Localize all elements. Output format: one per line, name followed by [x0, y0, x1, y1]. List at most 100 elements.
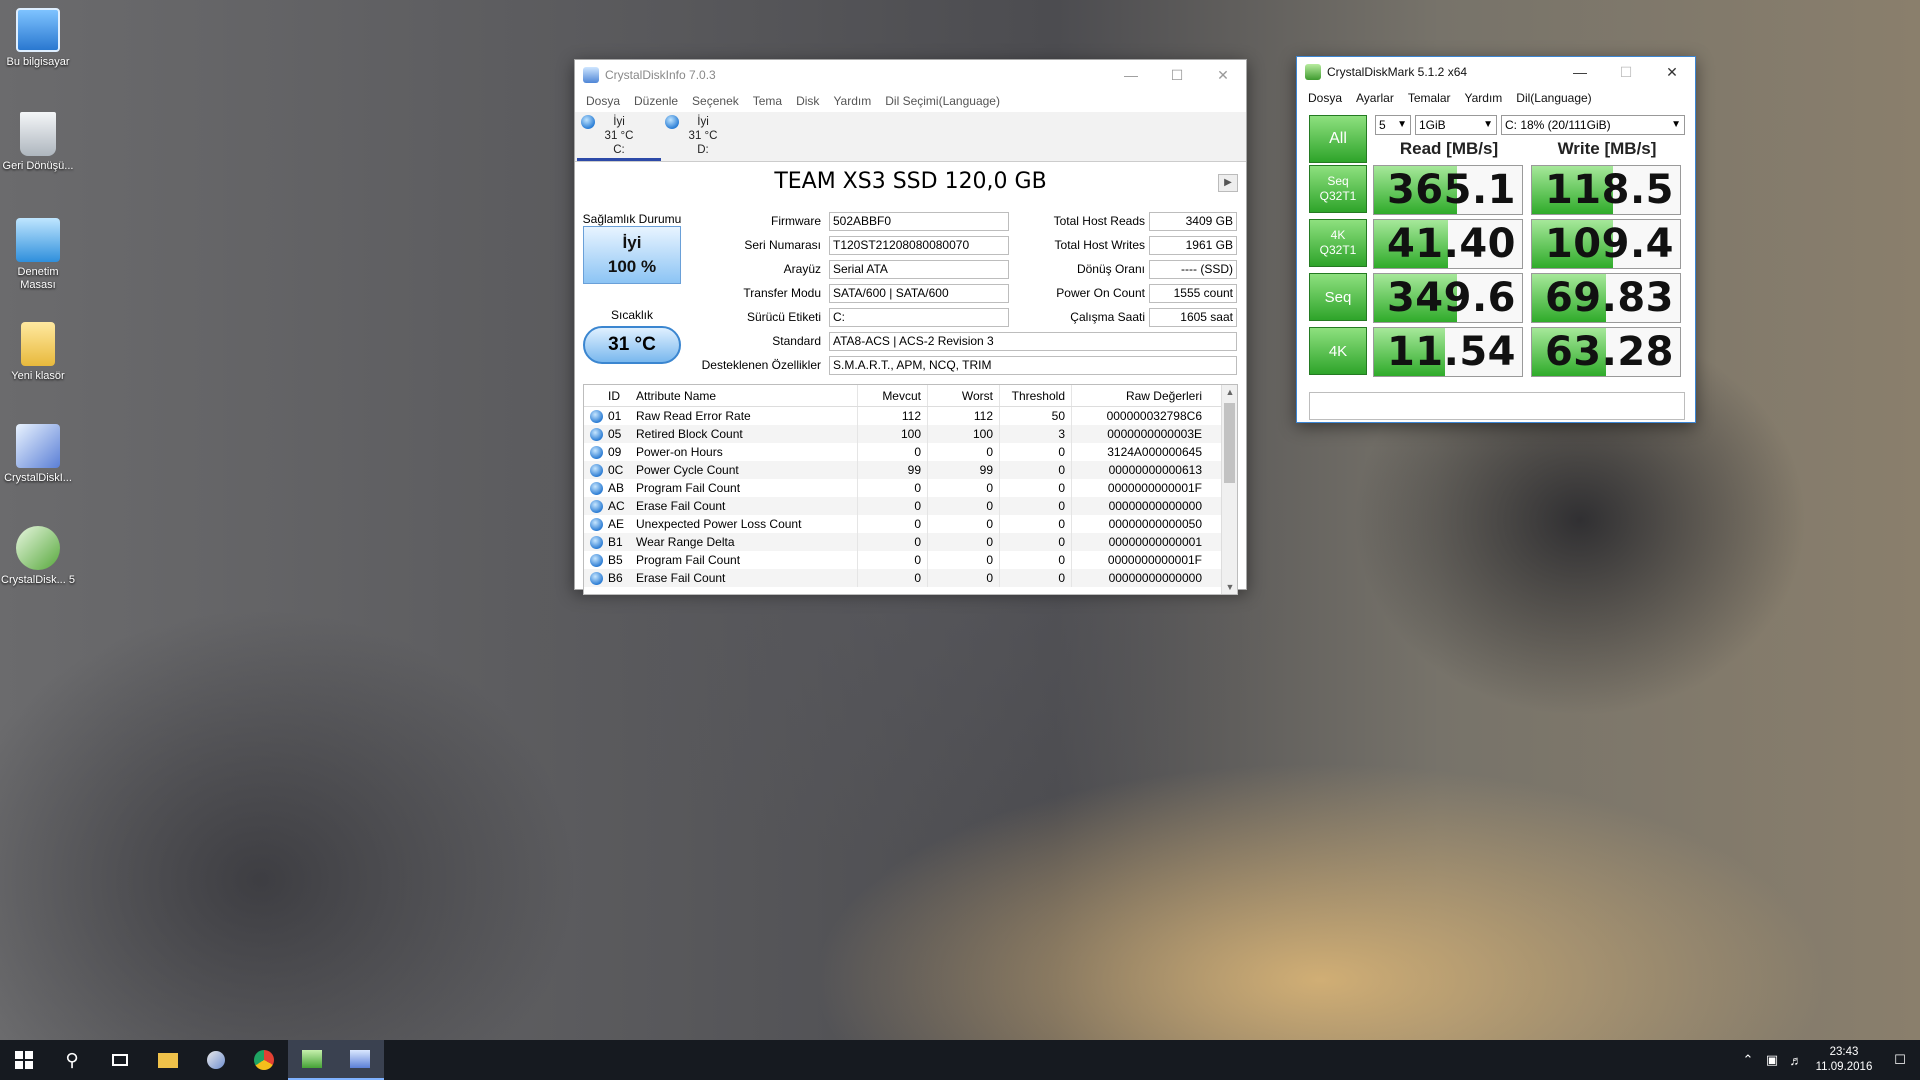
crystaldiskmark-icon [302, 1050, 322, 1068]
desktop-icon-new-folder[interactable]: Yeni klasör [0, 322, 76, 383]
rotation-field: ---- (SSD) [1149, 260, 1237, 279]
scroll-down-icon[interactable]: ▼ [1222, 582, 1237, 592]
health-status-box[interactable]: İyi 100 % [583, 226, 681, 284]
table-row[interactable]: B6 Erase Fail Count 0 0 0 00000000000000 [584, 569, 1237, 587]
col-raw-values[interactable]: Raw Değerleri [1072, 385, 1208, 406]
taskbar-crystaldiskmark[interactable] [288, 1040, 336, 1080]
cell-current: 0 [858, 515, 928, 533]
health-percent: 100 % [607, 257, 657, 276]
write-result-value: 69.83 [1544, 275, 1674, 321]
menu-temalar[interactable]: Temalar [1401, 91, 1458, 105]
col-current[interactable]: Mevcut [858, 385, 928, 406]
menu-secenek[interactable]: Seçenek [685, 94, 746, 108]
col-id[interactable]: ID [608, 389, 636, 403]
drive-tab-d[interactable]: İyi 31 °C D: [661, 112, 745, 161]
cell-attribute-name: Power Cycle Count [636, 461, 858, 479]
minimize-button[interactable]: — [1557, 57, 1603, 87]
write-header: Write [MB/s] [1557, 139, 1657, 158]
start-button[interactable] [0, 1040, 48, 1080]
write-result-value: 63.28 [1544, 329, 1674, 375]
notification-icon[interactable]: ☐ [1880, 1052, 1920, 1068]
test-count-select[interactable]: 5 ▼ [1375, 115, 1411, 135]
minimize-button[interactable]: — [1108, 60, 1154, 90]
scroll-up-icon[interactable]: ▲ [1222, 387, 1237, 397]
table-row[interactable]: AB Program Fail Count 0 0 0 0000000000001F [584, 479, 1237, 497]
status-dot-icon [589, 445, 603, 459]
maximize-button[interactable]: ☐ [1154, 60, 1200, 90]
test-size-select[interactable]: 1GiB ▼ [1415, 115, 1497, 135]
title-bar[interactable]: CrystalDiskMark 5.1.2 x64 — ☐ ✕ [1297, 57, 1695, 87]
taskbar-chrome[interactable] [240, 1040, 288, 1080]
menu-dosya[interactable]: Dosya [1301, 91, 1349, 105]
desktop-icon-crystaldiskinfo[interactable]: CrystalDiskI... [0, 424, 76, 485]
scroll-thumb[interactable] [1224, 403, 1235, 483]
search-button[interactable]: ⚲ [48, 1040, 96, 1080]
menu-language[interactable]: Dil(Language) [1509, 91, 1598, 105]
taskbar-app-paint[interactable] [192, 1040, 240, 1080]
table-row[interactable]: AE Unexpected Power Loss Count 0 0 0 00000000… [584, 515, 1237, 533]
menu-language[interactable]: Dil Seçimi(Language) [878, 94, 1007, 108]
col-attribute-name[interactable]: Attribute Name [636, 385, 858, 406]
close-button[interactable]: ✕ [1200, 60, 1246, 90]
maximize-button[interactable]: ☐ [1603, 57, 1649, 87]
temperature-value: 31 °C [608, 334, 656, 355]
power-on-hours-label: Çalışma Saati [1070, 310, 1145, 324]
read-result-cell: 349.6 [1373, 273, 1523, 323]
desktop-icon-control-panel[interactable]: Denetim Masası [0, 218, 76, 292]
taskbar-file-explorer[interactable] [144, 1040, 192, 1080]
table-row[interactable]: 0C Power Cycle Count 99 99 0 00000000000613 [584, 461, 1237, 479]
table-row[interactable]: AC Erase Fail Count 0 0 0 00000000000000 [584, 497, 1237, 515]
run-all-button[interactable]: All [1309, 115, 1367, 163]
write-result-value: 109.4 [1544, 221, 1674, 267]
menu-duzenle[interactable]: Düzenle [627, 94, 685, 108]
close-button[interactable]: ✕ [1649, 57, 1695, 87]
col-threshold[interactable]: Threshold [1000, 385, 1072, 406]
drive-tab-c[interactable]: İyi 31 °C C: [577, 112, 661, 161]
clock[interactable]: 23:43 11.09.2016 [1808, 1045, 1880, 1075]
vertical-scrollbar[interactable]: ▲ ▼ [1221, 385, 1237, 594]
menu-dosya[interactable]: Dosya [579, 94, 627, 108]
table-row[interactable]: 05 Retired Block Count 100 100 3 000000000000… [584, 425, 1237, 443]
network-icon[interactable]: ▣ [1760, 1052, 1784, 1068]
menu-yardim[interactable]: Yardım [1458, 91, 1510, 105]
table-row[interactable]: B5 Program Fail Count 0 0 0 0000000000001F [584, 551, 1237, 569]
menu-ayarlar[interactable]: Ayarlar [1349, 91, 1401, 105]
temperature-box[interactable]: 31 °C [583, 326, 681, 364]
write-result-cell: 109.4 [1531, 219, 1681, 269]
col-worst[interactable]: Worst [928, 385, 1000, 406]
test-button-1[interactable]: 4K Q32T1 [1309, 219, 1367, 267]
menu-disk[interactable]: Disk [789, 94, 826, 108]
next-disk-button[interactable]: ▶ [1218, 174, 1238, 192]
taskbar-crystaldiskinfo[interactable] [336, 1040, 384, 1080]
menu-yardim[interactable]: Yardım [826, 94, 878, 108]
table-row[interactable]: 09 Power-on Hours 0 0 0 3124A000000645 [584, 443, 1237, 461]
table-body: 01 Raw Read Error Rate 112 112 50 00000003279… [584, 407, 1237, 587]
cell-worst: 0 [928, 479, 1000, 497]
smart-attributes-table[interactable]: ID Attribute Name Mevcut Worst Threshold… [583, 384, 1238, 595]
cell-threshold: 0 [1000, 533, 1072, 551]
comment-field[interactable] [1309, 392, 1685, 420]
desktop-icon-crystaldiskmark[interactable]: CrystalDisk... 5 [0, 526, 76, 587]
drive-letter: C: [613, 144, 625, 156]
drive-letter-field: C: [829, 308, 1009, 327]
control-panel-icon [16, 218, 60, 262]
task-view-button[interactable] [96, 1040, 144, 1080]
cell-id: 05 [608, 427, 622, 441]
chevron-up-icon[interactable]: ⌃ [1736, 1052, 1760, 1068]
test-button-2[interactable]: Seq [1309, 273, 1367, 321]
system-tray: ⌃ ▣ ♬ 23:43 11.09.2016 ☐ [1736, 1040, 1920, 1080]
table-row[interactable]: B1 Wear Range Delta 0 0 0 00000000000001 [584, 533, 1237, 551]
drive-select[interactable]: C: 18% (20/111GiB) ▼ [1501, 115, 1685, 135]
volume-icon[interactable]: ♬ [1784, 1053, 1808, 1068]
cell-worst: 100 [928, 425, 1000, 443]
drive-temp: 31 °C [688, 130, 718, 142]
cell-attribute-name: Program Fail Count [636, 551, 858, 569]
table-row[interactable]: 01 Raw Read Error Rate 112 112 50 00000003279… [584, 407, 1237, 425]
menu-tema[interactable]: Tema [746, 94, 789, 108]
test-button-0[interactable]: Seq Q32T1 [1309, 165, 1367, 213]
transfer-mode-field: SATA/600 | SATA/600 [829, 284, 1009, 303]
title-bar[interactable]: CrystalDiskInfo 7.0.3 — ☐ ✕ [575, 60, 1246, 90]
desktop-icon-this-pc[interactable]: Bu bilgisayar [0, 8, 76, 69]
test-button-3[interactable]: 4K [1309, 327, 1367, 375]
desktop-icon-recycle-bin[interactable]: Geri Dönüşü... [0, 112, 76, 173]
